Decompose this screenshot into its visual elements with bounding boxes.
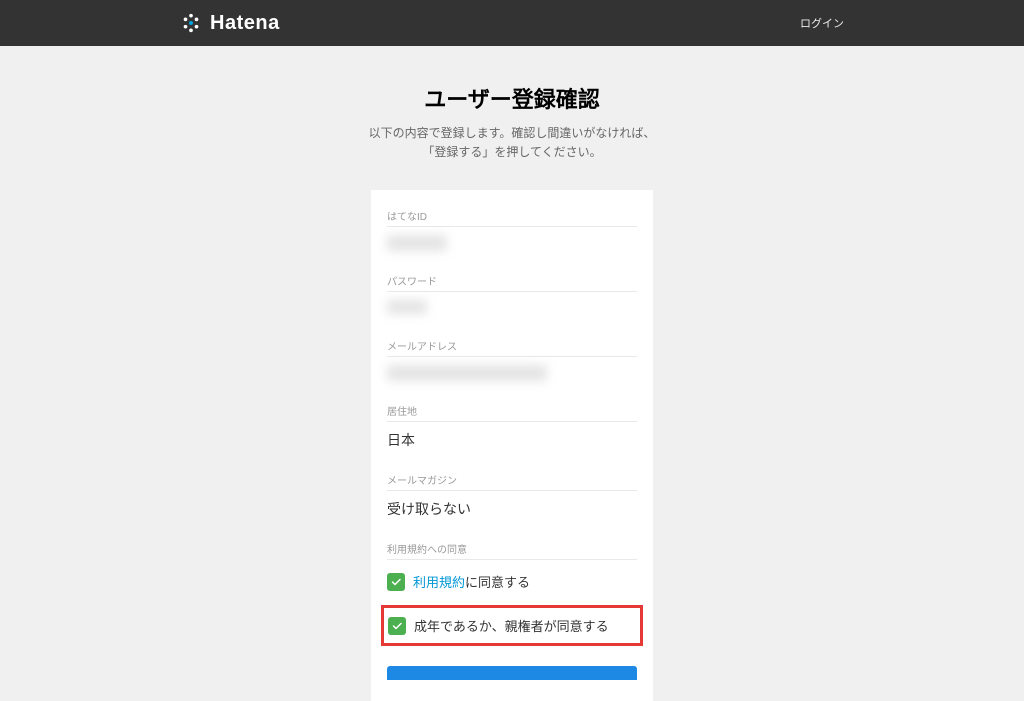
consent-row-tos: 利用規約に同意する [387, 568, 637, 595]
tos-link[interactable]: 利用規約 [413, 575, 465, 590]
field-value-password: xxxx [387, 300, 427, 316]
field-email: メールアドレス xxxxxxxxxxxxxxxxx [387, 338, 637, 381]
page-title: ユーザー登録確認 [424, 82, 600, 114]
field-value-magazine: 受け取らない [387, 499, 637, 519]
field-value-location: 日本 [387, 430, 637, 450]
check-icon [391, 620, 403, 632]
field-location: 居住地 日本 [387, 403, 637, 450]
field-label-password: パスワード [387, 273, 637, 292]
checkbox-adult[interactable] [388, 617, 406, 635]
brand-text: Hatena [210, 12, 280, 35]
field-magazine: メールマガジン 受け取らない [387, 472, 637, 519]
subtitle-line-2: 「登録する」を押してください。 [422, 145, 601, 159]
field-consent: 利用規約への同意 利用規約に同意する 成年であるか、親権者が同意する [387, 541, 637, 646]
hatena-logo-icon [180, 12, 202, 34]
main: ユーザー登録確認 以下の内容で登録します。確認し間違いがなければ、 「登録する」… [0, 46, 1024, 701]
header: Hatena ログイン [0, 0, 1024, 46]
field-label-consent: 利用規約への同意 [387, 541, 637, 560]
field-label-email: メールアドレス [387, 338, 637, 357]
field-label-magazine: メールマガジン [387, 472, 637, 491]
field-hatena-id: はてなID xxxxxxx [387, 208, 637, 251]
consent-tos-text: 利用規約に同意する [413, 572, 530, 591]
page-subtitle: 以下の内容で登録します。確認し間違いがなければ、 「登録する」を押してください。 [369, 124, 656, 162]
consent-row-adult: 成年であるか、親権者が同意する [381, 605, 643, 646]
field-password: パスワード xxxx [387, 273, 637, 316]
tos-suffix: に同意する [465, 575, 530, 590]
login-link[interactable]: ログイン [800, 15, 844, 31]
field-label-location: 居住地 [387, 403, 637, 422]
subtitle-line-1: 以下の内容で登録します。確認し間違いがなければ、 [369, 126, 656, 140]
logo[interactable]: Hatena [180, 12, 280, 35]
field-value-hatena-id: xxxxxxx [387, 235, 447, 251]
submit-button[interactable] [387, 666, 637, 680]
checkbox-tos[interactable] [387, 573, 405, 591]
consent-adult-text: 成年であるか、親権者が同意する [414, 616, 609, 635]
check-icon [390, 576, 402, 588]
confirmation-card: はてなID xxxxxxx パスワード xxxx メールアドレス xxxxxxx… [371, 190, 653, 701]
field-value-email: xxxxxxxxxxxxxxxxx [387, 365, 547, 381]
field-label-hatena-id: はてなID [387, 208, 637, 227]
